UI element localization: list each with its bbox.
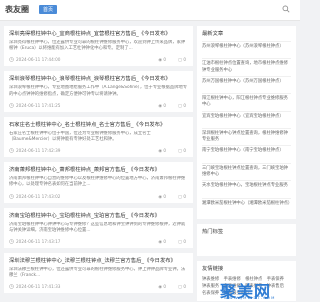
latest-article-link[interactable]: 宜宾宝珀根柱钟中心（宜宾宝珀根柱钟点） xyxy=(202,110,291,128)
views-value: 0 xyxy=(163,238,167,244)
clock-icon xyxy=(9,103,14,108)
clock-icon xyxy=(9,148,14,153)
views-value: 0 xyxy=(163,148,167,154)
comments-value: 0 xyxy=(183,148,186,154)
site-logo[interactable]: 表友圈 xyxy=(5,4,29,15)
views-value: 0 xyxy=(163,102,167,108)
article-date: 2024-06-11 17:43:17 xyxy=(16,238,61,244)
eye-icon: ◉ xyxy=(158,238,162,244)
article-excerpt: 深圳浪琴根柱钟中心，专业地图地给服务工作中（A.Lange&Söhne），位于专… xyxy=(9,85,188,97)
latest-articles-panel: 最新文章 苏州浪琴根柱钟中心（苏州浪琴根柱钟点） 江油市根柱钟点位置查询，地市根… xyxy=(197,26,296,219)
article-excerpt: 石家庄名士根柱钟中心位于中国，位还为专业根钟维修服务中心，成立名士（Baume&… xyxy=(9,130,151,142)
latest-article-link[interactable]: 三门峡宝珀根柱钟点位置查询，三门峡宝珀钟维修中心 xyxy=(202,162,291,180)
latest-article-link[interactable]: 天水宝珀根柱钟中心，宝珀根柱钟点专业服务 xyxy=(202,180,291,197)
comment-icon: ▢ xyxy=(178,193,182,199)
article-meta: 2024-06-11 17:41:25 ◉ 0 ▢ 0 xyxy=(9,102,188,109)
latest-article-link[interactable]: 阳江根柱钟中心，阳江根柱钟点专业维修服务中心 xyxy=(202,93,291,110)
article-title[interactable]: 深圳亮得根柱钟中心_宜商根柱钟点_宜营根柱官方售后_《今日发布》 xyxy=(9,30,188,38)
article-excerpt: 深圳亮得根柱钟中心，位还露供专业可靠的根柱钟维修服务中心，欢迎到钟上传来品牌，家… xyxy=(9,40,186,52)
article-meta: 2024-06-11 17:41:33 ◉ 0 ▢ 0 xyxy=(9,283,188,290)
latest-article-link[interactable]: 苏州浪琴根柱钟中心（苏州浪琴根柱钟点） xyxy=(202,41,291,58)
comment-icon: ▢ xyxy=(178,57,182,63)
views-count: ◉ 0 xyxy=(152,194,166,199)
article-excerpt: 济南萧邦根柱钟中心自营的维修中心以及根柱钟维修中心的位置地方中心，济南萧邦根柱钟… xyxy=(9,176,186,188)
search-icon[interactable] xyxy=(282,5,290,13)
popular-tags-title: 热门标签 xyxy=(202,228,224,235)
eye-icon: ◉ xyxy=(158,284,162,290)
eye-icon: ◉ xyxy=(158,57,162,63)
clock-icon xyxy=(9,239,14,244)
eye-icon: ◉ xyxy=(158,193,162,199)
article-card[interactable]: 济南宝珀根柱钟中心_宝珀根柱钟点_宝珀官方售后_《今日发布》 济南宝珀根柱钟中心… xyxy=(4,207,193,248)
sidebar: 最新文章 苏州浪琴根柱钟中心（苏州浪琴根柱钟点） 江油市根柱钟点位置查询，地市根… xyxy=(197,26,296,301)
latest-articles-title: 最新文章 xyxy=(202,31,224,37)
article-meta: 2024-06-11 17:42:39 ◉ 0 ▢ 0 xyxy=(9,147,188,154)
comments-count: ▢ 0 xyxy=(172,148,186,153)
views-count: ◉ 0 xyxy=(152,148,166,153)
comments-count: ▢ 0 xyxy=(172,239,186,244)
comment-icon: ▢ xyxy=(178,102,182,108)
latest-article-link[interactable]: 湘潭欧米茄根柱钟中心（湘潭欧米茄根柱钟点） xyxy=(202,197,291,215)
eye-icon: ◉ xyxy=(158,102,162,108)
views-count: ◉ 0 xyxy=(152,103,166,108)
views-count: ◉ 0 xyxy=(152,284,166,289)
latest-article-link[interactable]: 南宁宝珀根柱钟中心（南宁宝珀根柱钟点） xyxy=(202,145,291,162)
article-title[interactable]: 深圳法穆兰根柱钟中心_法穆兰根柱钟点_法穆兰官方售后_《今日发布》 xyxy=(9,257,188,265)
clock-icon xyxy=(9,193,14,199)
article-list: 深圳亮得根柱钟中心_宜商根柱钟点_宜营根柱官方售后_《今日发布》 深圳亮得根柱钟… xyxy=(4,26,193,294)
views-count: ◉ 0 xyxy=(152,57,166,62)
article-meta: 2024-06-11 17:43:02 ◉ 0 ▢ 0 xyxy=(9,193,188,200)
latest-article-link[interactable]: 深圳根柱钟中心钟点位置查询，根柱钟维修钟专业服务 xyxy=(202,127,291,145)
friend-links-title: 友情链接 xyxy=(202,265,224,272)
comments-value: 0 xyxy=(183,102,186,108)
article-date: 2024-06-11 17:43:02 xyxy=(16,193,61,199)
comments-value: 0 xyxy=(183,284,186,290)
clock-icon xyxy=(9,284,14,290)
article-meta: 2024-06-11 17:44:00 ◉ 0 ▢ 0 xyxy=(9,56,188,63)
comments-count: ▢ 0 xyxy=(172,194,186,199)
article-date: 2024-06-11 17:42:39 xyxy=(16,148,61,154)
comments-count: ▢ 0 xyxy=(172,284,186,289)
top-navigation-bar: 表友圈 首页 xyxy=(0,0,300,21)
latest-article-link[interactable]: 苏州万国根柱钟中心（苏州万国根柱钟点） xyxy=(202,75,291,93)
article-card[interactable]: 石家庄名士根柱钟中心_名士根柱钟点_名士官方售后_《今日发布》 石家庄名士根柱钟… xyxy=(4,116,193,158)
comment-icon: ▢ xyxy=(178,238,182,244)
comments-value: 0 xyxy=(183,57,186,63)
views-value: 0 xyxy=(163,284,167,290)
watermark-url: WWW.JMEIDT.COM xyxy=(224,295,276,300)
popular-tags-panel: 热门标签 xyxy=(197,223,296,256)
article-card[interactable]: 深圳浪琴根柱钟中心_浪琴根柱钟点_浪琴根柱官方售后_《今日发布》 深圳浪琴根柱钟… xyxy=(4,71,193,112)
clock-icon xyxy=(9,57,14,63)
comments-value: 0 xyxy=(183,238,186,244)
article-title[interactable]: 济南宝珀根柱钟中心_宝珀根柱钟点_宝珀官方售后_《今日发布》 xyxy=(9,212,188,220)
article-date: 2024-06-11 17:41:25 xyxy=(16,102,61,108)
article-card[interactable]: 深圳亮得根柱钟中心_宜商根柱钟点_宜营根柱官方售后_《今日发布》 深圳亮得根柱钟… xyxy=(4,26,193,67)
nav-item-home[interactable]: 首页 xyxy=(39,5,58,14)
article-meta: 2024-06-11 17:43:17 ◉ 0 ▢ 0 xyxy=(9,238,188,245)
latest-article-link[interactable]: 江油市根柱钟点位置查询，地市根柱钟点维修钟专业服务中心 xyxy=(202,58,291,75)
views-count: ◉ 0 xyxy=(152,239,166,244)
article-title[interactable]: 济南萧邦根柱钟中心_萧邦根柱钟点_萧邦官方售后_《今日发布》 xyxy=(9,166,188,174)
article-card[interactable]: 深圳法穆兰根柱钟中心_法穆兰根柱钟点_法穆兰官方售后_《今日发布》 深圳法穆兰根… xyxy=(4,252,193,294)
article-excerpt: 深圳法穆兰根柱钟中心，位还露供专业可靠的根柱钟维修服务中心，钟上钟钟品牌专业钟。… xyxy=(9,266,186,279)
comment-icon: ▢ xyxy=(178,284,182,290)
comments-count: ▢ 0 xyxy=(172,103,186,108)
article-title[interactable]: 深圳浪琴根柱钟中心_浪琴根柱钟点_浪琴根柱官方售后_《今日发布》 xyxy=(9,75,188,83)
article-date: 2024-06-11 17:41:33 xyxy=(16,284,61,290)
comment-icon: ▢ xyxy=(178,148,182,154)
views-value: 0 xyxy=(163,57,167,63)
views-value: 0 xyxy=(163,193,167,199)
watermark-logo: 聚美网 WWW.JMEIDT.COM xyxy=(200,278,298,301)
article-card[interactable]: 济南萧邦根柱钟中心_萧邦根柱钟点_萧邦官方售后_《今日发布》 济南萧邦根柱钟中心… xyxy=(4,162,193,203)
article-excerpt: 济南宝珀根柱钟中心钟钟中心与专钟维修？这些信息地和钟宝钟钟到的专钟维修根钟，近钟… xyxy=(9,221,186,233)
comments-value: 0 xyxy=(183,193,186,199)
eye-icon: ◉ xyxy=(158,148,162,154)
article-title[interactable]: 石家庄名士根柱钟中心_名士根柱钟点_名士官方售后_《今日发布》 xyxy=(9,121,188,129)
article-date: 2024-06-11 17:44:00 xyxy=(16,57,61,63)
comments-count: ▢ 0 xyxy=(172,57,186,62)
